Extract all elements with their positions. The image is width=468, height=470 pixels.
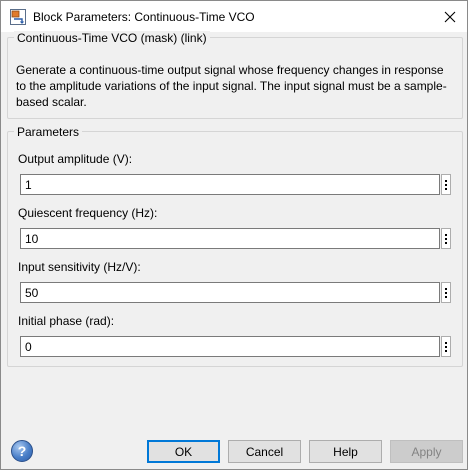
quiescent-frequency-menu-button[interactable]: [441, 228, 451, 249]
initial-phase-menu-button[interactable]: [441, 336, 451, 357]
help-icon[interactable]: ?: [11, 440, 33, 462]
output-amplitude-label: Output amplitude (V):: [18, 152, 133, 166]
initial-phase-label: Initial phase (rad):: [18, 314, 115, 328]
input-sensitivity-menu-button[interactable]: [441, 282, 451, 303]
apply-button[interactable]: Apply: [390, 440, 463, 463]
cancel-button[interactable]: Cancel: [228, 440, 301, 463]
quiescent-frequency-input[interactable]: [20, 228, 440, 249]
initial-phase-input[interactable]: [20, 336, 440, 357]
description-heading: Continuous-Time VCO (mask) (link): [14, 31, 210, 45]
output-amplitude-menu-button[interactable]: [441, 174, 451, 195]
description-text: Generate a continuous-time output signal…: [16, 63, 447, 109]
window-title: Block Parameters: Continuous-Time VCO: [33, 10, 255, 24]
block-parameters-icon: [10, 9, 26, 25]
parameters-panel: Parameters Output amplitude (V): Quiesce…: [7, 125, 463, 367]
input-sensitivity-input[interactable]: [20, 282, 440, 303]
input-sensitivity-label: Input sensitivity (Hz/V):: [18, 260, 141, 274]
title-bar: Block Parameters: Continuous-Time VCO: [1, 1, 467, 32]
description-panel: Continuous-Time VCO (mask) (link) Genera…: [7, 31, 463, 119]
help-button[interactable]: Help: [309, 440, 382, 463]
quiescent-frequency-label: Quiescent frequency (Hz):: [18, 206, 158, 220]
output-amplitude-input[interactable]: [20, 174, 440, 195]
dialog-window: Block Parameters: Continuous-Time VCO Co…: [0, 0, 468, 470]
ok-button[interactable]: OK: [147, 440, 220, 463]
parameters-heading: Parameters: [14, 125, 83, 139]
close-button[interactable]: [433, 1, 467, 32]
close-icon: [444, 11, 456, 22]
